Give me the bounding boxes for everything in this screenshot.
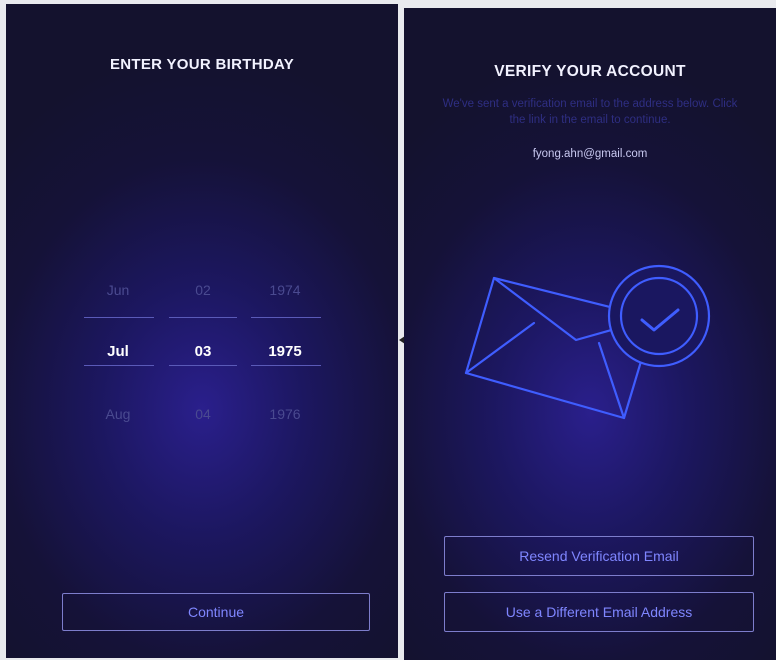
year-divider-top	[251, 317, 321, 318]
year-column[interactable]: 1974 1975 1976	[251, 259, 319, 445]
day-column[interactable]: 02 03 04	[169, 259, 237, 445]
envelope-checkmark-icon	[464, 264, 711, 420]
month-option[interactable]: Jun	[84, 259, 152, 321]
year-divider-bottom	[251, 365, 321, 366]
email-address: fyong.ahn@gmail.com	[532, 148, 648, 160]
page-title: ENTER YOUR BIRTHDAY	[109, 56, 295, 73]
continue-button[interactable]: Continue	[62, 593, 370, 631]
resend-verification-button[interactable]: Resend Verification Email	[444, 536, 754, 576]
month-column[interactable]: Jun Jul Aug	[84, 259, 152, 445]
page-title: VERIFY YOUR ACCOUNT	[494, 63, 686, 80]
birthday-screen: ENTER YOUR BIRTHDAY Jun Jul Aug 02 03 04…	[6, 4, 398, 658]
day-selected[interactable]: 03	[169, 321, 237, 383]
day-divider-top	[169, 317, 237, 318]
year-selected[interactable]: 1975	[251, 321, 319, 383]
day-option[interactable]: 02	[169, 259, 237, 321]
verification-description: We've sent a verification email to the a…	[442, 98, 738, 126]
month-divider-bottom	[84, 365, 154, 366]
day-option[interactable]: 04	[169, 383, 237, 445]
year-option[interactable]: 1976	[251, 383, 319, 445]
month-divider-top	[84, 317, 154, 318]
month-selected[interactable]: Jul	[84, 321, 152, 383]
envelope-fold-right	[597, 341, 626, 420]
month-option[interactable]: Aug	[84, 383, 152, 445]
envelope-fold-left	[464, 321, 536, 375]
day-divider-bottom	[169, 365, 237, 366]
different-email-button[interactable]: Use a Different Email Address	[444, 592, 754, 632]
date-picker[interactable]: Jun Jul Aug 02 03 04 1974 1975 1976	[84, 259, 322, 429]
year-option[interactable]: 1974	[251, 259, 319, 321]
verify-screen: VERIFY YOUR ACCOUNT We've sent a verific…	[404, 8, 776, 660]
badge-outer-ring	[607, 264, 711, 368]
